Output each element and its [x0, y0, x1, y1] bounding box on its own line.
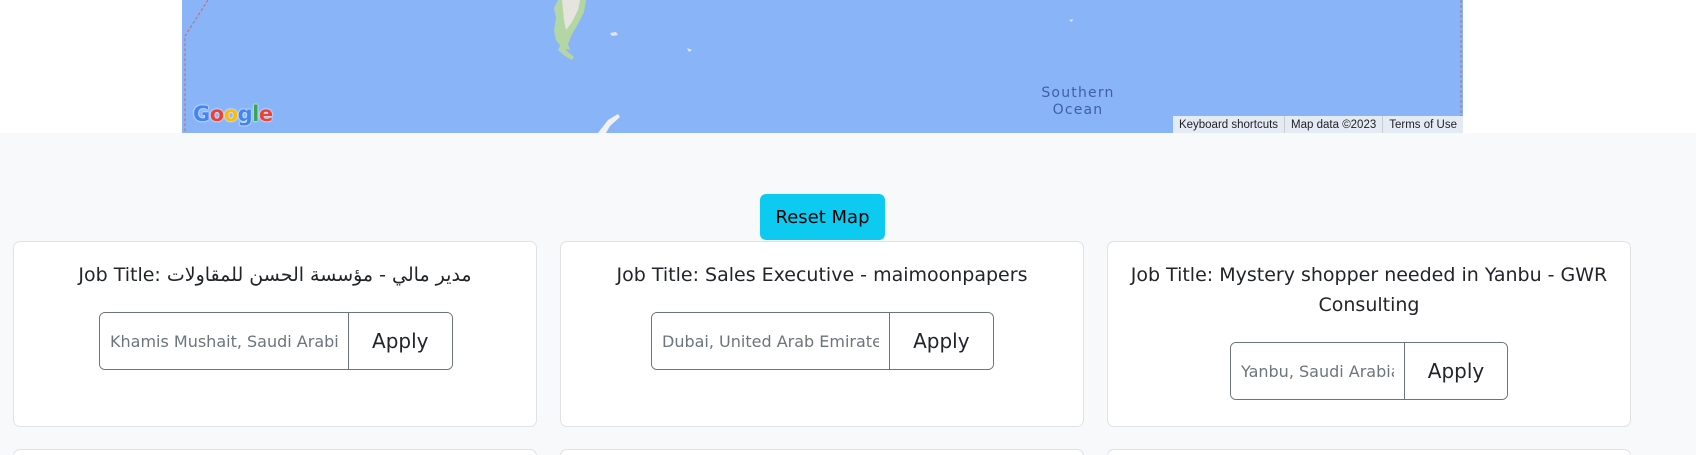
- map-terrain: [184, 0, 1462, 133]
- apply-input-group: Apply: [99, 312, 453, 370]
- google-logo-letter: G: [193, 102, 210, 126]
- ocean-label-line2: Ocean: [1052, 102, 1104, 118]
- terms-of-use-link[interactable]: Terms of Use: [1382, 116, 1463, 133]
- ocean-label-line1: Southern: [1041, 85, 1115, 101]
- job-card-partial: [1107, 449, 1631, 455]
- job-title: Job Title: مدير مالي - مؤسسة الحسن للمقا…: [78, 264, 472, 286]
- map-attribution: Keyboard shortcuts Map data ©2023 Terms …: [1172, 116, 1463, 133]
- location-input[interactable]: [1231, 343, 1405, 399]
- job-card: Job Title: مدير مالي - مؤسسة الحسن للمقا…: [13, 241, 537, 427]
- apply-button[interactable]: Apply: [889, 313, 993, 369]
- map[interactable]: Southern Ocean Google Keyboard shortcuts: [182, 0, 1463, 133]
- job-card-partial: [13, 449, 537, 455]
- google-logo-letter: o: [223, 102, 238, 126]
- job-title: Job Title: Mystery shopper needed in Yan…: [1130, 264, 1608, 316]
- location-input[interactable]: [652, 313, 890, 369]
- apply-button[interactable]: Apply: [348, 313, 452, 369]
- google-logo[interactable]: Google: [193, 102, 273, 126]
- reset-map-button[interactable]: Reset Map: [760, 194, 885, 240]
- apply-input-group: Apply: [651, 312, 994, 370]
- map-data-text: Map data ©2023: [1284, 116, 1382, 133]
- google-logo-letter: e: [258, 102, 273, 126]
- keyboard-shortcuts-link[interactable]: Keyboard shortcuts: [1173, 116, 1284, 133]
- ocean-label: Southern Ocean: [1028, 85, 1128, 119]
- page: Southern Ocean Google Keyboard shortcuts: [0, 0, 1696, 455]
- job-title: Job Title: Sales Executive - maimoonpape…: [616, 264, 1028, 286]
- google-logo-letter: l: [252, 102, 259, 126]
- apply-button[interactable]: Apply: [1405, 343, 1507, 399]
- job-card: Job Title: Mystery shopper needed in Yan…: [1107, 241, 1631, 427]
- job-card: Job Title: Sales Executive - maimoonpape…: [560, 241, 1084, 427]
- google-logo-letter: g: [237, 102, 253, 126]
- location-input[interactable]: [100, 313, 349, 369]
- google-logo-letter: o: [209, 102, 224, 126]
- job-card-partial: [560, 449, 1084, 455]
- apply-input-group: Apply: [1230, 342, 1508, 400]
